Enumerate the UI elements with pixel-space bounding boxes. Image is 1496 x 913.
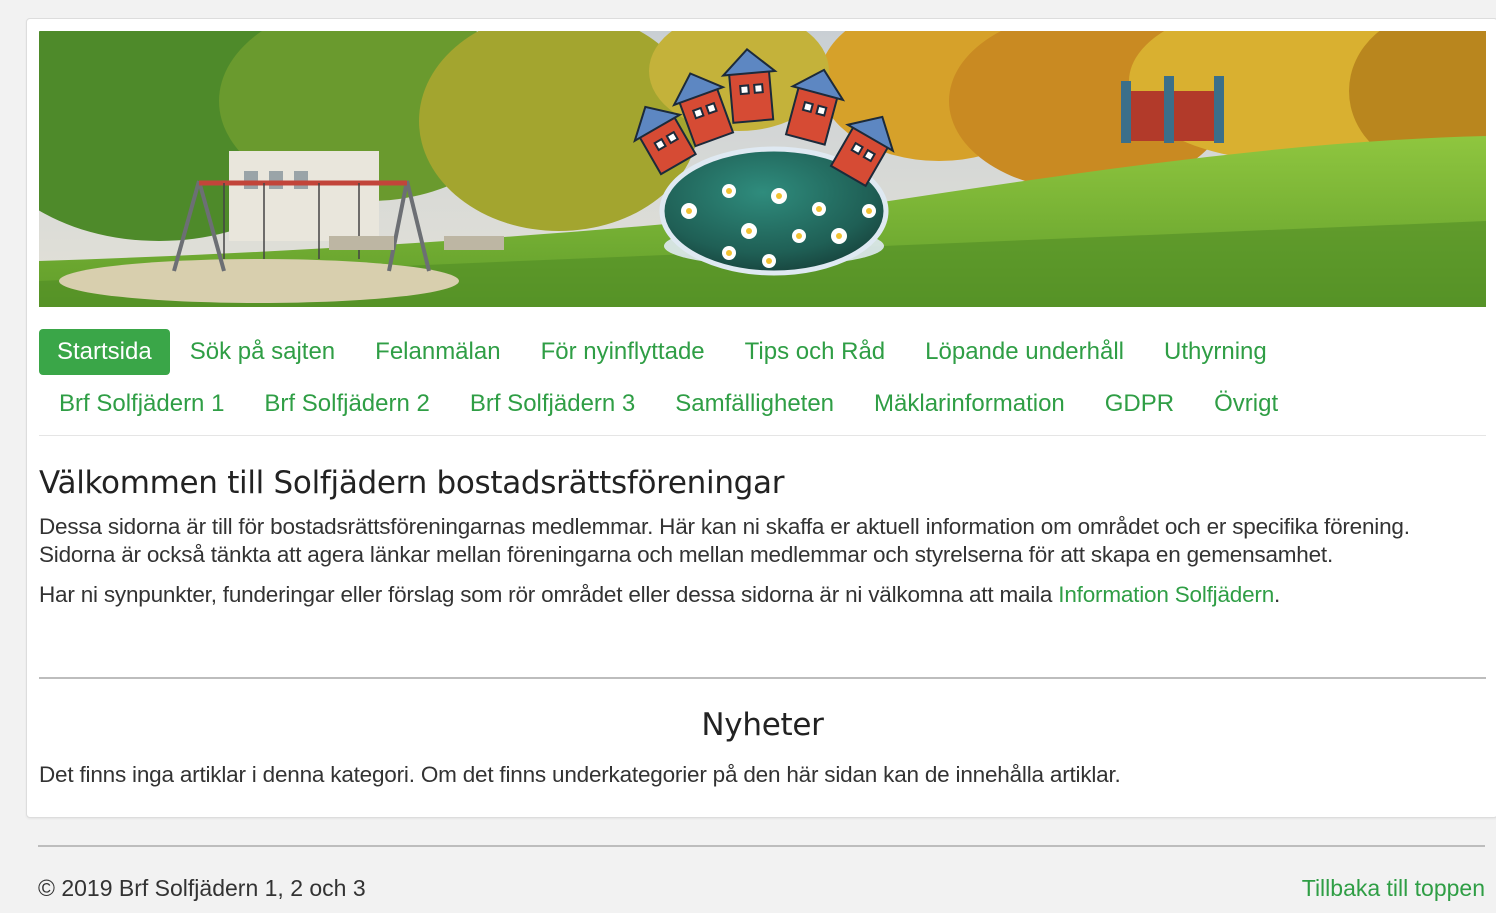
nav-row-2: Brf Solfjädern 1 Brf Solfjädern 2 Brf So… xyxy=(39,381,1298,427)
header-banner-image xyxy=(39,31,1486,307)
footer-divider xyxy=(38,845,1485,847)
park-banner-graphic xyxy=(39,31,1486,307)
main-content: Välkommen till Solfjädern bostadsrättsfö… xyxy=(39,465,1486,609)
news-heading: Nyheter xyxy=(701,707,824,743)
nav-item-sok-pa-sajten[interactable]: Sök på sajten xyxy=(170,329,355,375)
footer-copyright: © 2019 Brf Solfjädern 1, 2 och 3 xyxy=(38,875,366,901)
contact-end: . xyxy=(1274,582,1281,607)
nav-item-tips-och-rad[interactable]: Tips och Råd xyxy=(725,329,906,375)
intro-paragraph: Dessa sidorna är till för bostadsrättsfö… xyxy=(39,514,1410,567)
nav-item-ovrigt[interactable]: Övrigt xyxy=(1194,381,1298,427)
nav-item-uthyrning[interactable]: Uthyrning xyxy=(1144,329,1287,375)
nav-item-samfalligheten[interactable]: Samfälligheten xyxy=(655,381,854,427)
nav-item-for-nyinflyttade[interactable]: För nyinflyttade xyxy=(521,329,725,375)
nav-item-lopande-underhall[interactable]: Löpande underhåll xyxy=(905,329,1144,375)
main-navigation: Startsida Sök på sajten Felanmälan För n… xyxy=(39,329,1486,436)
nav-item-startsida[interactable]: Startsida xyxy=(39,329,170,375)
nav-item-felanmalan[interactable]: Felanmälan xyxy=(355,329,520,375)
news-empty-message: Det finns inga artiklar i denna kategori… xyxy=(39,762,1121,787)
page-title: Välkommen till Solfjädern bostadsrättsfö… xyxy=(39,465,785,501)
content-divider xyxy=(39,677,1486,679)
back-to-top-link[interactable]: Tillbaka till toppen xyxy=(1302,875,1485,902)
nav-item-brf-solfjadern-1[interactable]: Brf Solfjädern 1 xyxy=(39,381,244,427)
main-card: Startsida Sök på sajten Felanmälan För n… xyxy=(26,18,1496,818)
contact-paragraph: Har ni synpunkter, funderingar eller för… xyxy=(39,581,1486,609)
nav-item-gdpr[interactable]: GDPR xyxy=(1085,381,1194,427)
nav-row-1: Startsida Sök på sajten Felanmälan För n… xyxy=(39,329,1287,375)
nav-item-brf-solfjadern-2[interactable]: Brf Solfjädern 2 xyxy=(244,381,449,427)
nav-item-maklarinformation[interactable]: Mäklarinformation xyxy=(854,381,1085,427)
contact-text: Har ni synpunkter, funderingar eller för… xyxy=(39,582,1059,607)
nav-item-brf-solfjadern-3[interactable]: Brf Solfjädern 3 xyxy=(450,381,655,427)
information-email-link[interactable]: Information Solfjädern xyxy=(1058,582,1274,607)
